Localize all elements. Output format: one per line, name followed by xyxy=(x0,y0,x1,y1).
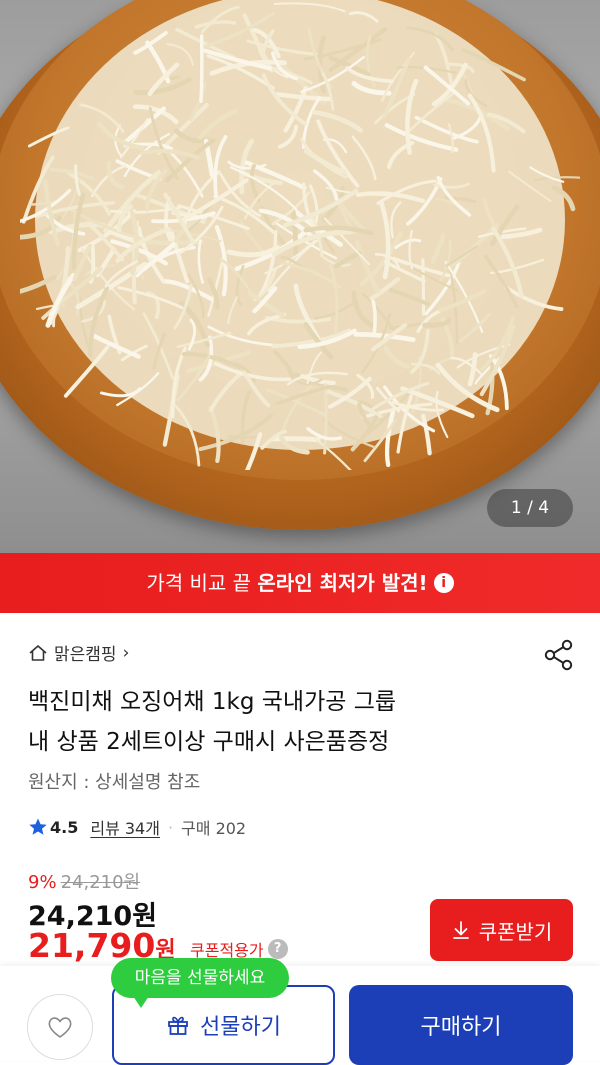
review-count-link[interactable]: 리뷰 34개 xyxy=(90,815,160,839)
banner-text-bold: 온라인 최저가 발견! xyxy=(257,571,428,595)
rating-score: 4.5 xyxy=(50,817,79,837)
share-icon[interactable] xyxy=(542,638,576,672)
origin-info: 원산지 : 상세설명 참조 xyxy=(28,772,201,793)
help-icon[interactable]: ? xyxy=(267,939,288,959)
chevron-right-icon: › xyxy=(122,642,130,663)
separator-dot: · xyxy=(167,817,174,837)
image-pager: 1 / 4 xyxy=(487,489,573,527)
lowest-price-banner[interactable]: 가격 비교 끝 온라인 최저가 발견! i xyxy=(0,553,600,613)
gift-icon xyxy=(168,1016,188,1035)
get-coupon-label: 쿠폰받기 xyxy=(478,919,553,944)
wishlist-button[interactable] xyxy=(27,994,93,1060)
gift-button-label: 선물하기 xyxy=(200,1015,281,1040)
product-image[interactable]: 1 / 4 xyxy=(0,0,600,553)
star-icon xyxy=(29,818,47,835)
purchase-count: 구매 202 xyxy=(181,819,247,838)
discount-percent: 9% xyxy=(28,872,57,893)
dried-squid-strips xyxy=(6,0,600,508)
product-title-line2: 내 상품 2세트이상 구매시 사은품증정 xyxy=(28,729,390,755)
get-coupon-button[interactable]: 쿠폰받기 xyxy=(430,899,573,961)
store-link[interactable]: 맑은캠핑 › xyxy=(28,640,129,665)
store-name: 맑은캠핑 xyxy=(54,645,117,665)
home-icon xyxy=(29,644,47,661)
rating-row: 4.5 리뷰 34개 · 구매 202 xyxy=(28,815,246,839)
info-icon[interactable]: i xyxy=(433,572,454,593)
original-price: 24,210원 xyxy=(60,872,141,893)
banner-text-prefix: 가격 비교 끝 xyxy=(146,571,258,595)
buy-button[interactable]: 구매하기 xyxy=(349,985,573,1065)
download-arrow-icon xyxy=(452,921,469,939)
gift-tooltip: 마음을 선물하세요 xyxy=(111,958,289,1008)
product-title: 백진미채 오징어채 1kg 국내가공 그룹 내 상품 2세트이상 구매시 사은품… xyxy=(28,682,573,762)
product-title-line1: 백진미채 오징어채 1kg 국내가공 그룹 xyxy=(28,689,397,715)
buy-button-label: 구매하기 xyxy=(420,1015,502,1040)
heart-icon xyxy=(48,1017,72,1038)
discount-row: 9% 24,210원 xyxy=(28,868,140,894)
